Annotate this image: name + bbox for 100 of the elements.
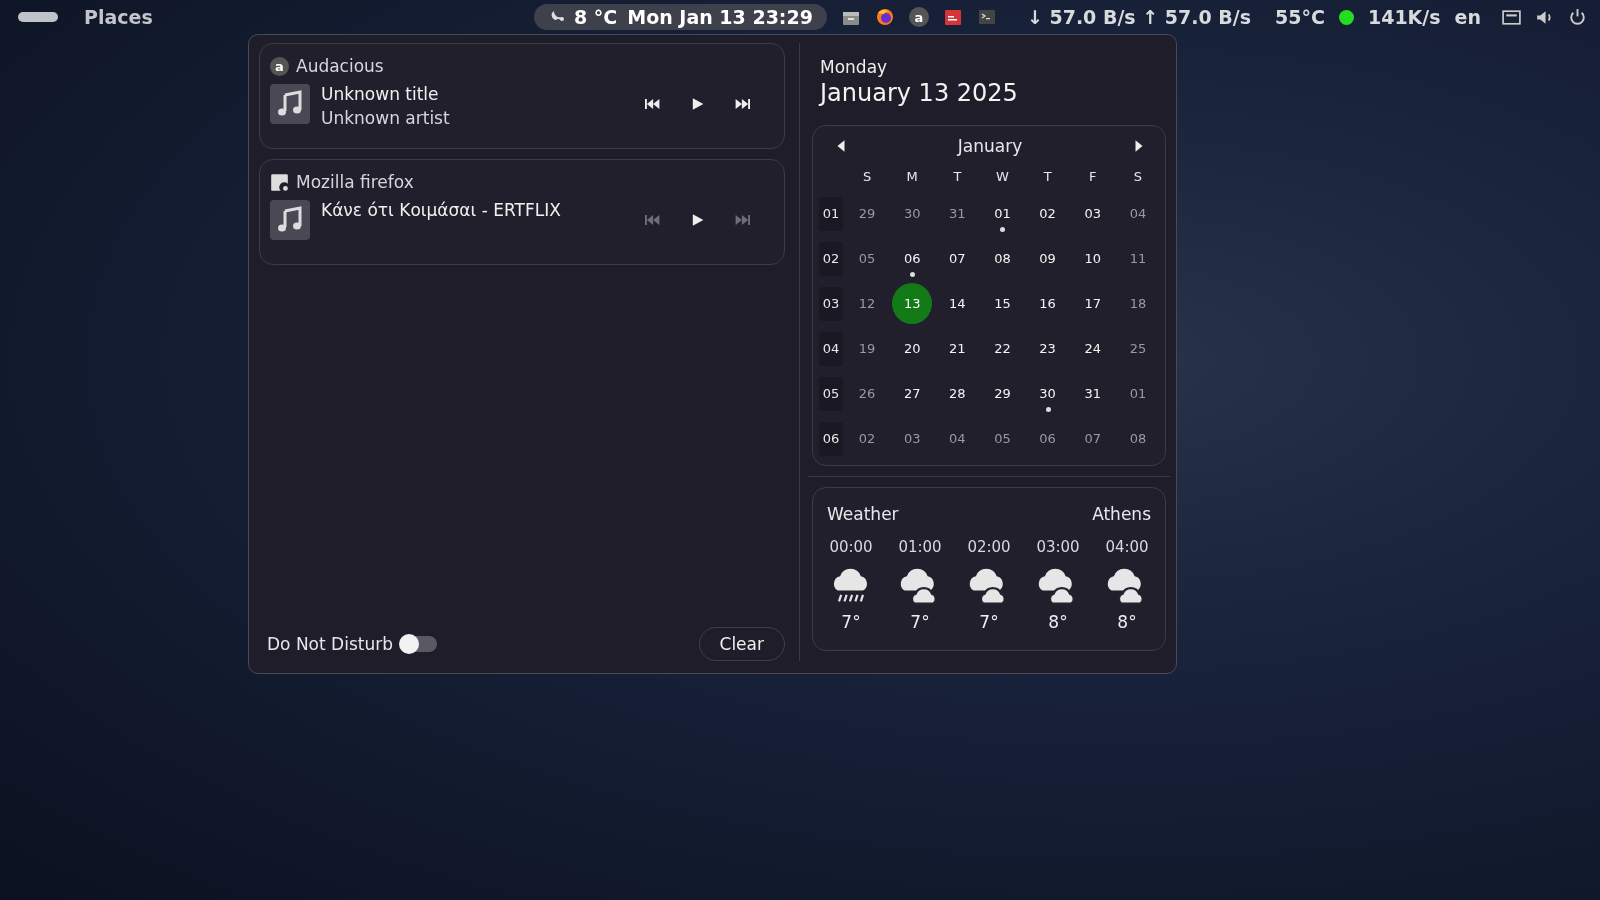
power-icon[interactable] xyxy=(1567,6,1588,28)
calendar-day[interactable]: 05 xyxy=(847,238,888,279)
calendar-day[interactable]: 04 xyxy=(937,418,978,459)
calendar-day[interactable]: 07 xyxy=(1072,418,1113,459)
browser-icon[interactable] xyxy=(874,7,895,27)
calendar-day[interactable]: 01 xyxy=(1117,373,1158,414)
music-note-icon xyxy=(270,84,310,124)
app-letter-icon: a xyxy=(270,56,289,76)
calendar-day[interactable]: 03 xyxy=(892,418,933,459)
weekday-label: Monday xyxy=(820,57,889,77)
calendar-day[interactable]: 02 xyxy=(1027,193,1068,234)
calendar-day[interactable]: 27 xyxy=(892,373,933,414)
calendar-day[interactable]: 16 xyxy=(1027,283,1068,324)
calendar-day[interactable]: 14 xyxy=(937,283,978,324)
calendar-day[interactable]: 20 xyxy=(892,328,933,369)
week-number: 04 xyxy=(819,331,843,366)
places-menu[interactable]: Places xyxy=(84,6,153,28)
music-note-icon xyxy=(270,200,310,240)
keyboard-layout[interactable]: en xyxy=(1454,6,1481,28)
app-letter-icon[interactable]: a xyxy=(908,7,929,27)
calendar-day[interactable]: 28 xyxy=(937,373,978,414)
calendar-day[interactable]: 18 xyxy=(1117,283,1158,324)
date-label: January 13 2025 xyxy=(820,79,1019,107)
calendar-day[interactable]: 12 xyxy=(847,283,888,324)
calendar-day[interactable]: 29 xyxy=(982,373,1023,414)
calendar-day[interactable]: 13 xyxy=(892,283,933,324)
calendar-day[interactable]: 29 xyxy=(847,193,888,234)
forecast-temperature: 8° xyxy=(1117,612,1137,632)
terminal-icon[interactable] xyxy=(976,7,997,27)
calendar-day[interactable]: 30 xyxy=(1027,373,1068,414)
calendar-day[interactable]: 30 xyxy=(892,193,933,234)
weekday-header: W xyxy=(995,168,1010,186)
forecast-temperature: 7° xyxy=(979,612,999,632)
track-title: Κάνε ότι Κοιμάσαι - ERTFLIX xyxy=(321,200,562,220)
track-title: Unknown title xyxy=(321,84,440,104)
skip-back-icon xyxy=(645,213,660,227)
city-label: Athens xyxy=(1092,504,1151,524)
calendar-day[interactable]: 21 xyxy=(937,328,978,369)
calendar-day[interactable]: 02 xyxy=(847,418,888,459)
forecast-time: 04:00 xyxy=(1105,538,1149,556)
calendar-day[interactable]: 31 xyxy=(1072,373,1113,414)
play-icon xyxy=(690,97,705,111)
calendar-day[interactable]: 01 xyxy=(982,193,1023,234)
calendar-day[interactable]: 06 xyxy=(1027,418,1068,459)
calendar-day[interactable]: 03 xyxy=(1072,193,1113,234)
weather-title: Weather xyxy=(827,504,899,524)
skip-forward-icon xyxy=(735,213,750,227)
left-triangle-icon xyxy=(836,139,846,153)
play-icon xyxy=(690,213,705,227)
weekday-header: S xyxy=(1132,168,1144,186)
calendar-day[interactable]: 04 xyxy=(1117,193,1158,234)
do-not-disturb-switch[interactable] xyxy=(401,636,437,652)
calendar-day[interactable]: 23 xyxy=(1027,328,1068,369)
app-window-icon[interactable] xyxy=(942,7,963,27)
calendar-day[interactable]: 07 xyxy=(937,238,978,279)
calendar-day[interactable]: 22 xyxy=(982,328,1023,369)
calendar-day[interactable]: 25 xyxy=(1117,328,1158,369)
calendar-day[interactable]: 05 xyxy=(982,418,1023,459)
calendar-day[interactable]: 17 xyxy=(1072,283,1113,324)
app-icon xyxy=(270,172,289,192)
weekday-header: M xyxy=(905,168,919,186)
calendar-day[interactable]: 31 xyxy=(937,193,978,234)
calendar-day[interactable]: 11 xyxy=(1117,238,1158,279)
calendar-day[interactable]: 09 xyxy=(1027,238,1068,279)
calendar-day[interactable]: 19 xyxy=(847,328,888,369)
forecast-time: 03:00 xyxy=(1036,538,1080,556)
do-not-disturb-label: Do Not Disturb xyxy=(267,634,393,654)
week-number: 06 xyxy=(819,421,843,456)
calendar-day[interactable]: 06 xyxy=(892,238,933,279)
month-label: January xyxy=(957,136,1023,156)
network-speed: ↓ 57.0 B/s ↑ 57.0 B/s xyxy=(1026,6,1252,28)
app-name: Audacious xyxy=(296,56,384,76)
calendar-day[interactable]: 15 xyxy=(982,283,1023,324)
calendar-day[interactable]: 08 xyxy=(1117,418,1158,459)
workspace-indicator[interactable] xyxy=(18,12,58,22)
cpu-temperature: 55°C xyxy=(1275,6,1325,28)
forecast-time: 00:00 xyxy=(829,538,873,556)
skip-back-icon xyxy=(645,97,660,111)
week-number: 03 xyxy=(819,286,843,321)
week-number: 02 xyxy=(819,241,843,276)
clear-button[interactable]: Clear xyxy=(698,627,785,661)
calendar-day[interactable]: 26 xyxy=(847,373,888,414)
weekday-header: F xyxy=(1088,168,1098,186)
weekday-header: S xyxy=(861,168,873,186)
calendar-day[interactable]: 10 xyxy=(1072,238,1113,279)
forecast-time: 01:00 xyxy=(898,538,942,556)
week-number: 01 xyxy=(819,196,843,231)
right-triangle-icon xyxy=(1134,139,1144,153)
forecast-temperature: 7° xyxy=(841,612,861,632)
forecast-temperature: 7° xyxy=(910,612,930,632)
calendar-day[interactable]: 08 xyxy=(982,238,1023,279)
clock-button[interactable]: 8 °C Mon Jan 13 23:29 xyxy=(533,4,827,30)
forecast-time: 02:00 xyxy=(967,538,1011,556)
app-name: Mozilla firefox xyxy=(296,172,414,192)
disk-speed: 141K/s xyxy=(1367,6,1441,28)
skip-forward-icon xyxy=(735,97,750,111)
weekday-header: T xyxy=(952,168,963,186)
weekday-header: T xyxy=(1042,168,1053,186)
calendar-day[interactable]: 24 xyxy=(1072,328,1113,369)
week-number: 05 xyxy=(819,376,843,411)
